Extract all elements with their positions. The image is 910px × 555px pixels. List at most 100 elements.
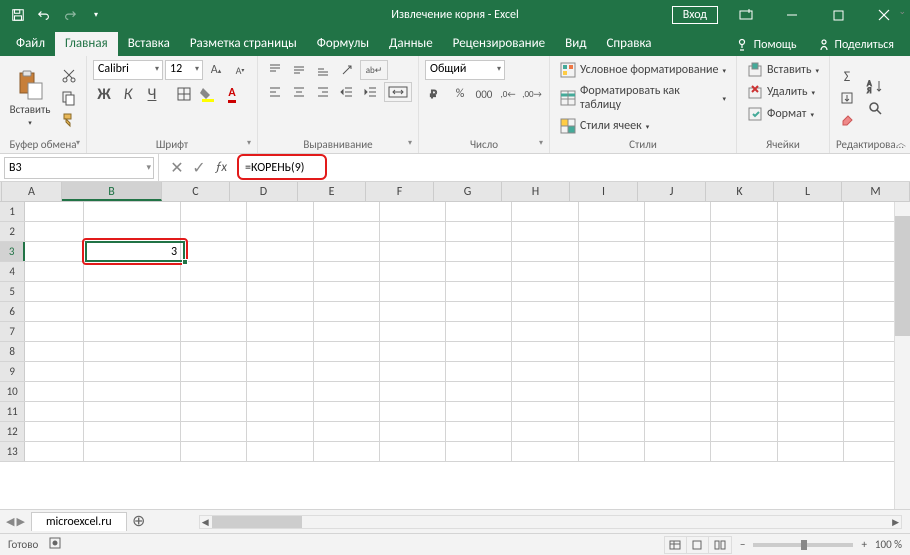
align-center-button[interactable] xyxy=(288,82,310,102)
cell[interactable] xyxy=(380,282,446,301)
conditional-formatting-button[interactable]: Условное форматирование▾ xyxy=(556,60,730,80)
cell[interactable] xyxy=(181,382,247,401)
row-header[interactable]: 4 xyxy=(0,262,25,281)
cell[interactable] xyxy=(84,342,181,361)
column-header[interactable]: D xyxy=(230,182,298,201)
cell[interactable] xyxy=(25,442,83,461)
cell[interactable] xyxy=(645,282,711,301)
cell[interactable] xyxy=(314,282,380,301)
cell[interactable] xyxy=(247,362,313,381)
column-header[interactable]: I xyxy=(570,182,638,201)
cell[interactable] xyxy=(579,342,645,361)
tab-help[interactable]: Справка xyxy=(596,32,661,56)
column-header[interactable]: K xyxy=(706,182,774,201)
zoom-level[interactable]: 100 % xyxy=(875,538,902,551)
cell[interactable] xyxy=(314,442,380,461)
cell[interactable] xyxy=(512,202,578,221)
comma-button[interactable]: 000 xyxy=(473,84,495,104)
cell[interactable] xyxy=(579,362,645,381)
paste-button[interactable]: Вставить▾ xyxy=(6,60,54,136)
cell[interactable] xyxy=(446,222,512,241)
cell[interactable] xyxy=(645,342,711,361)
grow-font-button[interactable]: A▴ xyxy=(205,60,227,80)
tab-pagelayout[interactable]: Разметка страницы xyxy=(180,32,307,56)
fill-color-button[interactable] xyxy=(197,84,219,104)
cell[interactable] xyxy=(25,202,83,221)
cell[interactable] xyxy=(778,382,844,401)
cell[interactable] xyxy=(247,202,313,221)
delete-cells-button[interactable]: Удалить▾ xyxy=(743,82,823,102)
column-header[interactable]: A xyxy=(2,182,62,201)
cell[interactable] xyxy=(579,202,645,221)
cell[interactable] xyxy=(181,202,247,221)
cell[interactable] xyxy=(181,262,247,281)
find-select-button[interactable] xyxy=(862,99,890,119)
cell[interactable] xyxy=(84,402,181,421)
zoom-out-button[interactable]: − xyxy=(740,538,745,551)
cell[interactable] xyxy=(711,202,777,221)
cell[interactable] xyxy=(247,422,313,441)
row-header[interactable]: 12 xyxy=(0,422,25,441)
cell[interactable] xyxy=(314,342,380,361)
increase-indent-button[interactable] xyxy=(360,82,382,102)
increase-decimal-button[interactable]: ,0← xyxy=(497,84,519,104)
cell[interactable] xyxy=(512,362,578,381)
cell[interactable] xyxy=(380,402,446,421)
cell[interactable] xyxy=(314,422,380,441)
cell[interactable] xyxy=(579,222,645,241)
row-header[interactable]: 1 xyxy=(0,202,25,221)
column-header[interactable]: J xyxy=(638,182,706,201)
add-sheet-button[interactable]: ⊕ xyxy=(127,514,151,530)
cell[interactable] xyxy=(181,282,247,301)
cell[interactable] xyxy=(181,242,247,261)
cell[interactable] xyxy=(181,302,247,321)
cell[interactable] xyxy=(512,382,578,401)
cell[interactable] xyxy=(380,242,446,261)
vertical-scrollbar[interactable] xyxy=(894,202,910,509)
row-header[interactable]: 9 xyxy=(0,362,25,381)
cell[interactable] xyxy=(181,422,247,441)
cell[interactable] xyxy=(446,282,512,301)
cell[interactable] xyxy=(84,422,181,441)
cell[interactable] xyxy=(512,262,578,281)
tab-file[interactable]: Файл xyxy=(6,32,55,56)
row-header[interactable]: 10 xyxy=(0,382,25,401)
cell[interactable] xyxy=(446,322,512,341)
cell[interactable] xyxy=(579,442,645,461)
qat-customize[interactable]: ▾ xyxy=(84,3,108,27)
column-header[interactable]: B xyxy=(62,182,162,201)
page-break-view-button[interactable] xyxy=(709,537,731,553)
cell[interactable] xyxy=(711,322,777,341)
cell[interactable] xyxy=(84,322,181,341)
cell[interactable] xyxy=(579,382,645,401)
orientation-button[interactable] xyxy=(336,60,358,80)
cell[interactable] xyxy=(579,302,645,321)
column-header[interactable]: C xyxy=(162,182,230,201)
borders-button[interactable] xyxy=(173,84,195,104)
cell[interactable] xyxy=(512,422,578,441)
share-button[interactable]: Поделиться xyxy=(809,34,902,56)
cell[interactable] xyxy=(247,282,313,301)
cell[interactable] xyxy=(645,402,711,421)
number-format-combo[interactable]: Общий xyxy=(425,60,505,80)
align-bottom-button[interactable] xyxy=(312,60,334,80)
column-header[interactable]: G xyxy=(434,182,502,201)
cell[interactable] xyxy=(314,322,380,341)
cell[interactable] xyxy=(84,362,181,381)
cell[interactable] xyxy=(778,402,844,421)
cell[interactable] xyxy=(181,442,247,461)
cell[interactable] xyxy=(778,242,844,261)
font-name-combo[interactable]: Calibri xyxy=(93,60,163,80)
cell[interactable] xyxy=(645,242,711,261)
cell[interactable] xyxy=(84,202,181,221)
cell[interactable] xyxy=(380,442,446,461)
decrease-decimal-button[interactable]: ,00→ xyxy=(521,84,543,104)
cell[interactable] xyxy=(314,262,380,281)
cell[interactable] xyxy=(778,322,844,341)
page-layout-view-button[interactable] xyxy=(687,537,709,553)
cell[interactable] xyxy=(778,422,844,441)
cell[interactable] xyxy=(181,402,247,421)
cell[interactable] xyxy=(512,322,578,341)
font-color-button[interactable]: А xyxy=(221,84,243,104)
cell[interactable] xyxy=(25,402,83,421)
